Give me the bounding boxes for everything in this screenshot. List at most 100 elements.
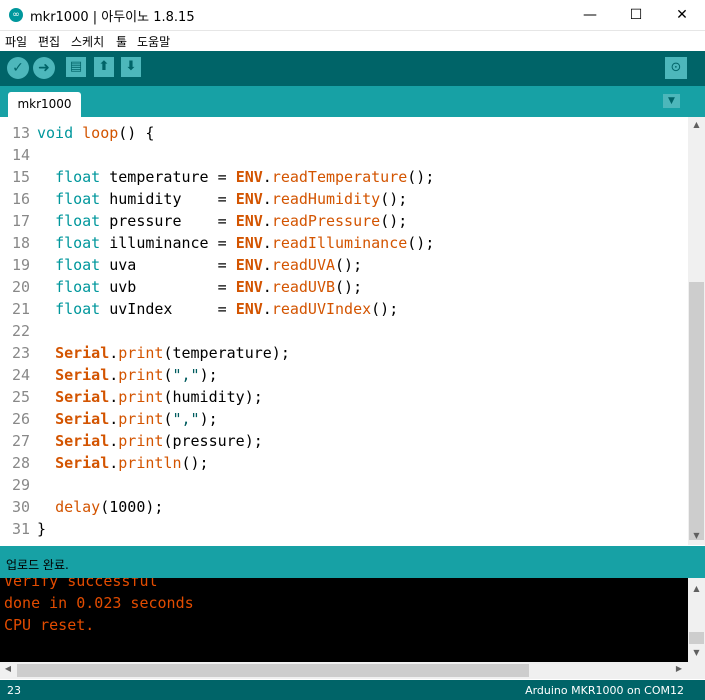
arrow-right-icon: ➜ [38,60,50,76]
scroll-right-icon[interactable]: ▶ [673,664,685,673]
scroll-left-icon[interactable]: ◀ [2,664,14,673]
line-number-gutter: 13 [11,124,30,142]
console-line: done in 0.023 seconds [4,594,194,612]
line-number-gutter: 20 [11,278,30,296]
line-number-gutter: 26 [11,410,30,428]
code-text: } [37,520,47,538]
code-line: 16 float humidity = ENV.readHumidity(); [0,188,688,210]
tab-mkr1000[interactable]: mkr1000 [8,92,81,117]
code-line: 24 Serial.print(","); [0,364,688,386]
console-line: Verify successful [4,578,158,590]
open-button[interactable]: ⬆ [94,57,114,77]
verify-button[interactable]: ✓ [7,57,29,79]
code-line: 17 float pressure = ENV.readPressure(); [0,210,688,232]
minimize-button[interactable]: — [567,0,613,30]
arrow-up-icon: ⬆ [98,59,110,74]
code-line: 22 [0,320,688,342]
code-line: 28 Serial.println(); [0,452,688,474]
line-number-gutter: 15 [11,168,30,186]
scrollbar-thumb[interactable] [689,632,704,644]
console-output: Verify successful done in 0.023 seconds … [0,578,688,662]
line-number-gutter: 23 [11,344,30,362]
code-line: 26 Serial.print(","); [0,408,688,430]
chevron-down-icon: ▼ [668,96,675,106]
code-line: 15 float temperature = ENV.readTemperatu… [0,166,688,188]
code-line: 27 Serial.print(pressure); [0,430,688,452]
window-title: mkr1000 | 아두이노 1.8.15 [30,10,195,25]
menu-edit[interactable]: 편집 [38,33,60,50]
scrollbar-thumb[interactable] [17,664,529,677]
line-number-gutter: 24 [11,366,30,384]
code-text: float temperature = ENV.readTemperature(… [55,168,435,186]
code-line: 23 Serial.print(temperature); [0,342,688,364]
menu-tools[interactable]: 툴 [116,33,127,50]
editor-vertical-scrollbar[interactable]: ▲ ▼ [688,117,705,545]
code-line: 13 void loop() { [0,122,688,144]
code-text: Serial.print(","); [55,410,218,428]
line-number-gutter: 18 [11,234,30,252]
tab-bar: mkr1000 ▼ [0,86,705,117]
code-text: Serial.print(humidity); [55,388,263,406]
board-port-info: Arduino MKR1000 on COM12 [525,684,684,697]
toolbar: ✓ ➜ ▤ ⬆ ⬇ ⊙ [0,51,705,86]
code-text: float uvb = ENV.readUVB(); [55,278,363,296]
check-icon: ✓ [12,60,24,76]
code-line: 18 float illuminance = ENV.readIlluminan… [0,232,688,254]
line-number-gutter: 22 [11,322,30,340]
code-text: float pressure = ENV.readPressure(); [55,212,408,230]
menu-bar: 파일 편집 스케치 툴 도움말 [0,31,705,51]
code-text: Serial.print(","); [55,366,218,384]
line-number-gutter: 27 [11,432,30,450]
status-message: 업로드 완료. [6,558,69,572]
code-line: 19 float uva = ENV.readUVA(); [0,254,688,276]
code-line: 14 [0,144,688,166]
line-number-gutter: 31 [11,520,30,538]
scroll-down-icon[interactable]: ▼ [688,531,705,540]
line-number-gutter: 28 [11,454,30,472]
code-line: 29 [0,474,688,496]
save-button[interactable]: ⬇ [121,57,141,77]
scroll-down-icon[interactable]: ▼ [688,648,705,657]
code-line: 21 float uvIndex = ENV.readUVIndex(); [0,298,688,320]
console-horizontal-scrollbar[interactable]: ◀ ▶ [0,662,705,679]
code-text: float uvIndex = ENV.readUVIndex(); [55,300,399,318]
close-button[interactable]: ✕ [659,0,705,30]
bottom-status-bar: 23 Arduino MKR1000 on COM12 [0,680,705,700]
scroll-up-icon[interactable]: ▲ [688,584,705,593]
line-number-gutter: 25 [11,388,30,406]
title-bar: ∞ mkr1000 | 아두이노 1.8.15 — ☐ ✕ [0,0,705,31]
code-editor[interactable]: 13 void loop() { 14 15 float temperature = … [0,117,688,545]
code-text: Serial.println(); [55,454,209,472]
upload-button[interactable]: ➜ [33,57,55,79]
scrollbar-thumb[interactable] [689,282,704,540]
code-text: Serial.print(temperature); [55,344,290,362]
arduino-logo-icon: ∞ [9,8,23,22]
line-number: 23 [7,684,21,697]
menu-help[interactable]: 도움말 [137,33,170,50]
code-line: 31} [0,518,688,540]
menu-file[interactable]: 파일 [5,33,27,50]
code-line: 25 Serial.print(humidity); [0,386,688,408]
status-bar: 업로드 완료. [0,546,705,578]
code-text: float uva = ENV.readUVA(); [55,256,363,274]
line-number-gutter: 21 [11,300,30,318]
console-vertical-scrollbar[interactable]: ▲ ▼ [688,578,705,662]
scroll-up-icon[interactable]: ▲ [688,120,705,129]
code-text: float illuminance = ENV.readIlluminance(… [55,234,435,252]
document-icon: ▤ [69,59,83,74]
serial-monitor-button[interactable]: ⊙ [665,57,687,79]
line-number-gutter: 14 [11,146,30,164]
code-line: 20 float uvb = ENV.readUVB(); [0,276,688,298]
code-text: float humidity = ENV.readHumidity(); [55,190,408,208]
arrow-down-icon: ⬇ [125,59,137,74]
menu-sketch[interactable]: 스케치 [71,33,104,50]
code-line: 30 delay(1000); [0,496,688,518]
line-number-gutter: 16 [11,190,30,208]
code-text: void loop() { [37,124,155,142]
maximize-button[interactable]: ☐ [613,0,659,30]
line-number-gutter: 30 [11,498,30,516]
line-number-gutter: 19 [11,256,30,274]
tab-menu-button[interactable]: ▼ [663,94,680,108]
line-number-gutter: 17 [11,212,30,230]
new-button[interactable]: ▤ [66,57,86,77]
